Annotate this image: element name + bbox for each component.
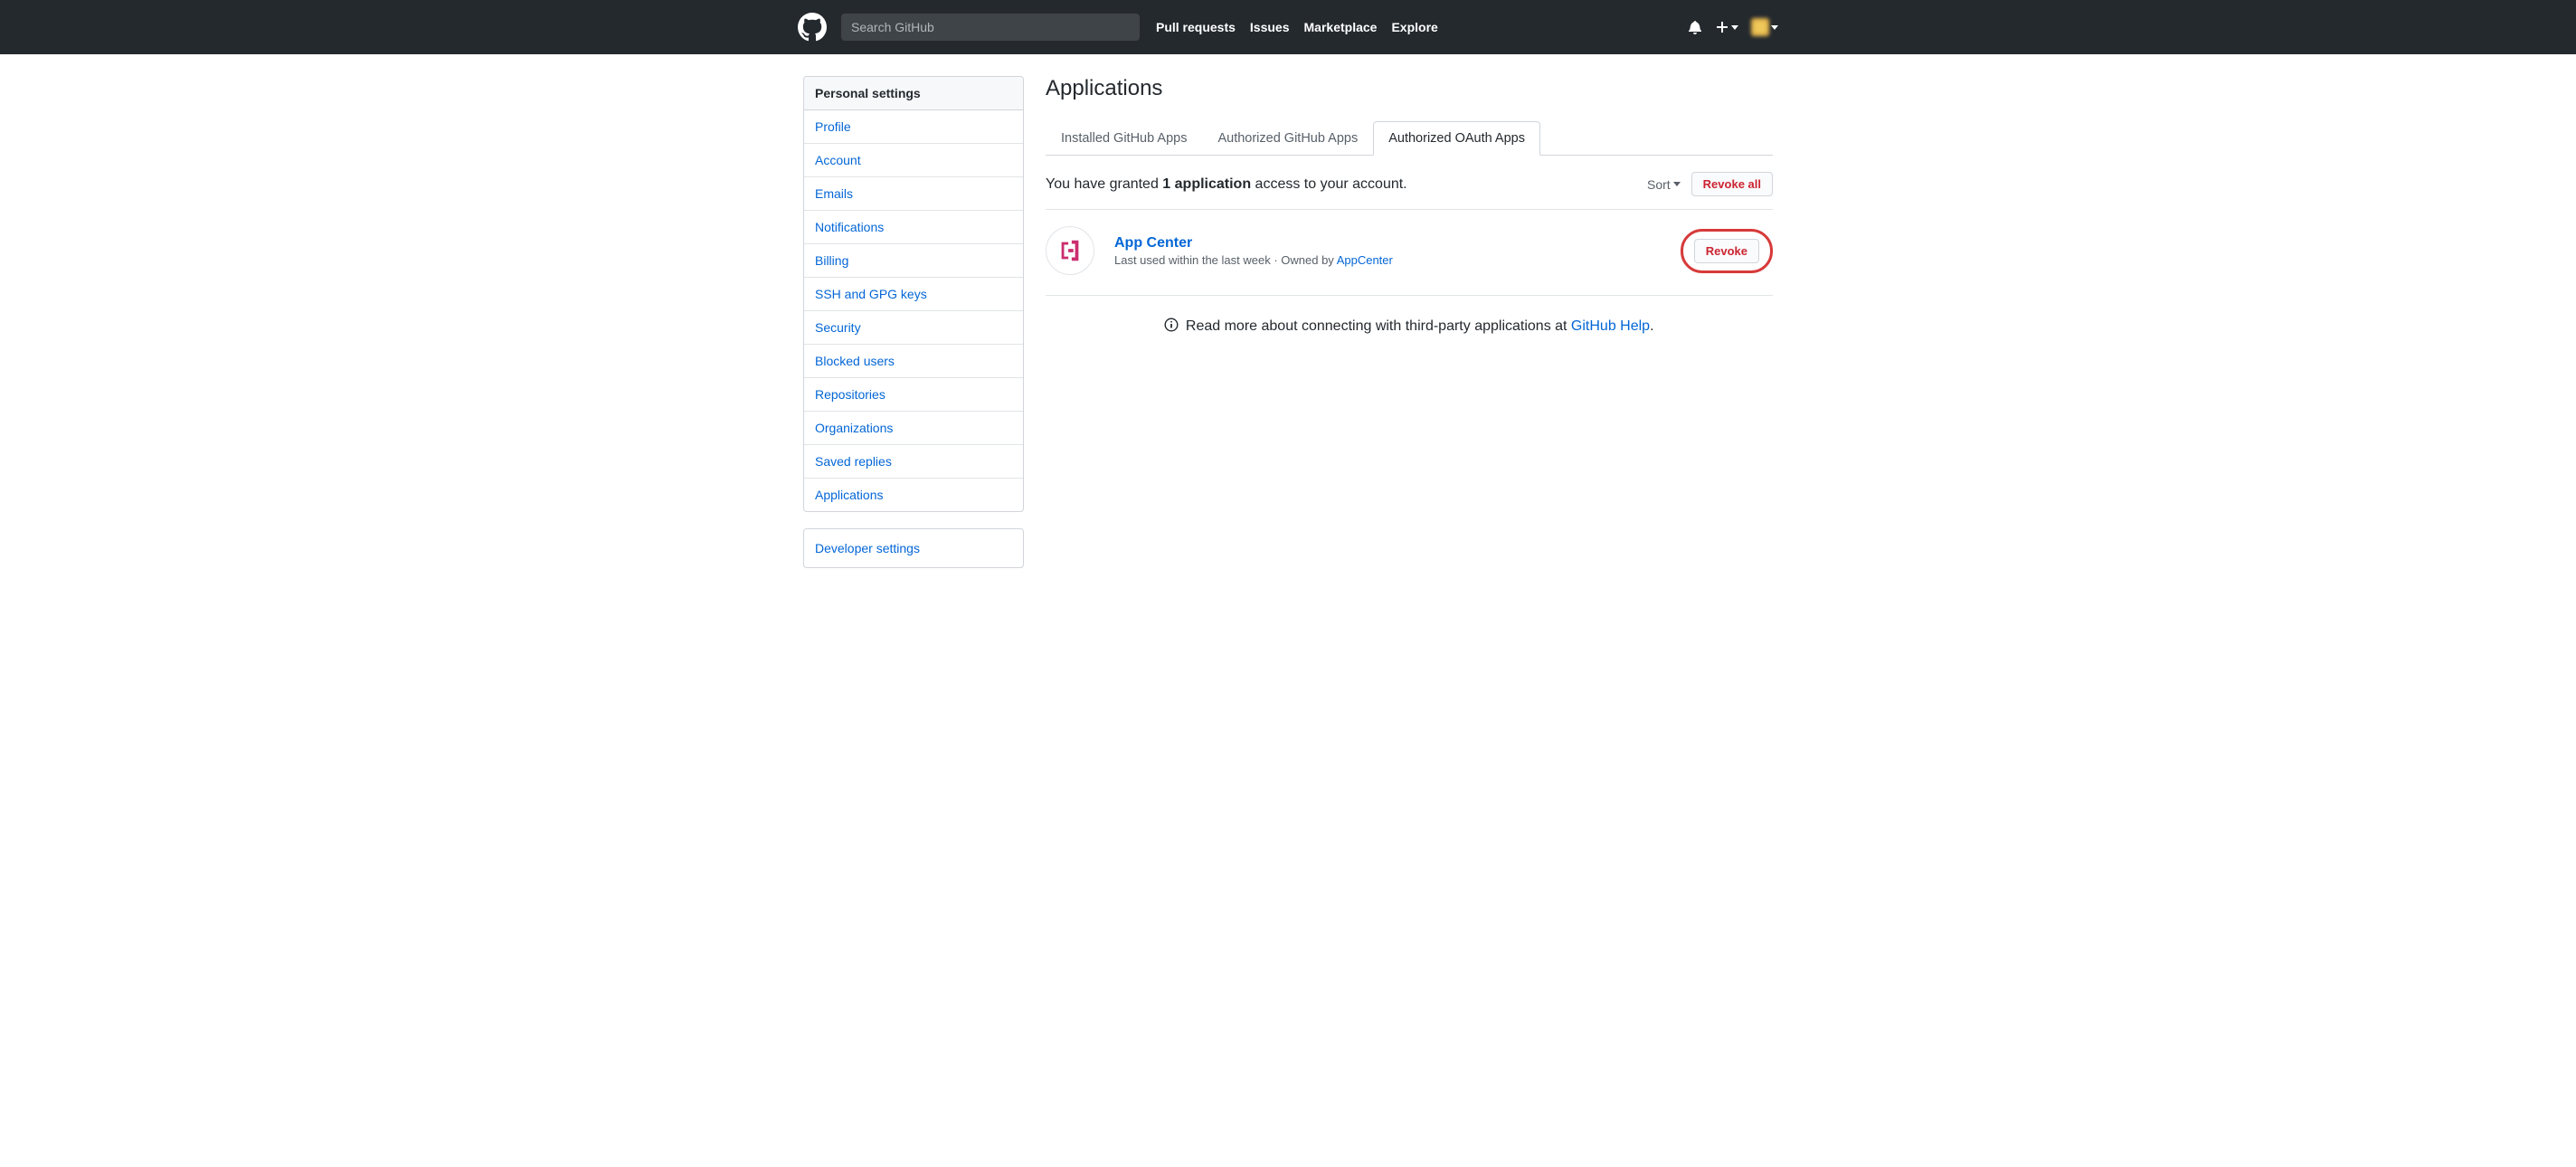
grant-text-pre: You have granted: [1046, 176, 1162, 192]
sidenav-item-saved-replies[interactable]: Saved replies: [804, 445, 1023, 479]
header-inner: Pull requests Issues Marketplace Explore: [798, 13, 1778, 42]
avatar: [1751, 18, 1769, 36]
footer-period: .: [1650, 318, 1653, 334]
tab-installed-github-apps[interactable]: Installed GitHub Apps: [1046, 121, 1202, 156]
global-header: Pull requests Issues Marketplace Explore: [0, 0, 2576, 54]
app-info: App Center Last used within the last wee…: [1114, 235, 1681, 267]
sidenav-personal: Personal settings Profile Account Emails…: [803, 76, 1024, 512]
sidenav-item-notifications[interactable]: Notifications: [804, 211, 1023, 244]
app-meta: Last used within the last week · Owned b…: [1114, 253, 1681, 267]
caret-down-icon: [1731, 25, 1738, 30]
app-owned-by-prefix: · Owned by: [1271, 253, 1337, 267]
github-logo-icon[interactable]: [798, 13, 827, 42]
header-right: [1688, 18, 1778, 36]
grant-summary: You have granted 1 application access to…: [1046, 176, 1407, 193]
plus-icon: [1715, 20, 1729, 34]
sidenav-item-applications[interactable]: Applications: [804, 479, 1023, 511]
sidenav-item-repositories[interactable]: Repositories: [804, 378, 1023, 412]
app-last-used: Last used within the last week: [1114, 253, 1271, 267]
revoke-all-button[interactable]: Revoke all: [1691, 172, 1773, 196]
nav-marketplace[interactable]: Marketplace: [1304, 20, 1378, 34]
sidenav-developer: Developer settings: [803, 528, 1024, 568]
sidenav-item-emails[interactable]: Emails: [804, 177, 1023, 211]
sidenav-item-account[interactable]: Account: [804, 144, 1023, 177]
app-center-icon: [1056, 237, 1084, 264]
caret-down-icon: [1771, 25, 1778, 30]
page-title: Applications: [1046, 76, 1773, 101]
header-nav: Pull requests Issues Marketplace Explore: [1156, 20, 1438, 34]
app-row: App Center Last used within the last wee…: [1046, 210, 1773, 296]
grant-count: 1 application: [1162, 176, 1251, 192]
sort-dropdown[interactable]: Sort: [1647, 177, 1681, 192]
nav-explore[interactable]: Explore: [1391, 20, 1437, 34]
app-owner-link[interactable]: AppCenter: [1337, 253, 1393, 267]
list-header-row: You have granted 1 application access to…: [1046, 156, 1773, 210]
tab-authorized-github-apps[interactable]: Authorized GitHub Apps: [1202, 121, 1373, 156]
sidenav-item-profile[interactable]: Profile: [804, 110, 1023, 144]
nav-pull-requests[interactable]: Pull requests: [1156, 20, 1236, 34]
sidenav-item-organizations[interactable]: Organizations: [804, 412, 1023, 445]
sidenav-item-billing[interactable]: Billing: [804, 244, 1023, 278]
nav-issues[interactable]: Issues: [1250, 20, 1290, 34]
footer-text: Read more about connecting with third-pa…: [1186, 318, 1571, 334]
sidenav-item-developer-settings[interactable]: Developer settings: [804, 529, 1023, 567]
user-menu[interactable]: [1751, 18, 1778, 36]
grant-text-post: access to your account.: [1251, 176, 1407, 192]
sidenav-header: Personal settings: [804, 77, 1023, 110]
caret-down-icon: [1673, 182, 1681, 186]
sort-label: Sort: [1647, 177, 1671, 192]
search-input[interactable]: [841, 14, 1140, 41]
notifications-icon[interactable]: [1688, 20, 1702, 34]
page-container: Personal settings Profile Account Emails…: [798, 76, 1778, 568]
main-content: Applications Installed GitHub Apps Autho…: [1046, 76, 1773, 568]
github-help-link[interactable]: GitHub Help: [1571, 318, 1650, 334]
sidebar: Personal settings Profile Account Emails…: [803, 76, 1024, 568]
footer-note: Read more about connecting with third-pa…: [1046, 296, 1773, 356]
sidenav-item-ssh-gpg[interactable]: SSH and GPG keys: [804, 278, 1023, 311]
info-icon: [1164, 318, 1179, 332]
app-name-link[interactable]: App Center: [1114, 235, 1192, 251]
sidenav-item-blocked-users[interactable]: Blocked users: [804, 345, 1023, 378]
revoke-highlight: Revoke: [1681, 229, 1773, 273]
app-logo: [1046, 226, 1094, 275]
revoke-button[interactable]: Revoke: [1694, 239, 1759, 263]
create-menu[interactable]: [1715, 20, 1738, 34]
tab-authorized-oauth-apps[interactable]: Authorized OAuth Apps: [1373, 121, 1540, 156]
sidenav-item-security[interactable]: Security: [804, 311, 1023, 345]
tabs: Installed GitHub Apps Authorized GitHub …: [1046, 121, 1773, 156]
